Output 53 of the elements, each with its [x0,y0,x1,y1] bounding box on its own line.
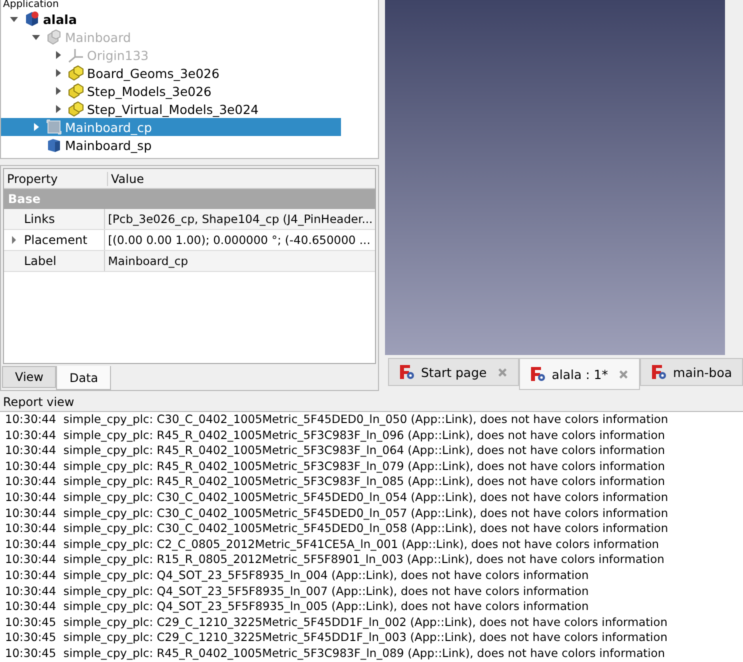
document-tab[interactable]: alala : 1* [518,358,640,390]
log-line: 10:30:45 simple_cpy_plc: C29_C_1210_3225Metric_5F45DD1F_ln_003 (App::Link), does not have colors information [5,630,668,646]
tree-item[interactable]: Mainboard_cp [1,118,341,136]
cubes-icon [68,65,84,81]
column-header[interactable]: Value [108,172,144,186]
log-line: 10:30:45 simple_cpy_plc: R45_R_0402_1005Metric_5F3C983F_ln_089 (App::Link), does not have colors information [5,646,666,662]
linked-cube-icon [46,119,62,135]
document-icon [24,11,40,27]
tree-item[interactable]: Step_Models_3e026 [1,82,341,100]
expand-arrow-icon[interactable] [31,122,41,132]
log-line: 10:30:44 simple_cpy_plc: C30_C_0402_1005Metric_5F45DED0_ln_058 (App::Link), does not have colors information [5,521,670,537]
log-line: 10:30:44 simple_cpy_plc: R15_R_0805_2012Metric_5F5F8901_ln_003 (App::Link), does not have colors information [5,552,666,568]
log-line: 10:30:44 simple_cpy_plc: C30_C_0402_1005Metric_5F45DED0_ln_054 (App::Link), does not have colors information [5,490,670,506]
log-line: 10:30:44 simple_cpy_plc: R45_R_0402_1005Metric_5F3C983F_ln_085 (App::Link), does not have colors information [5,474,666,490]
log-line: 10:30:44 simple_cpy_plc: R45_R_0402_1005Metric_5F3C983F_ln_096 (App::Link), does not have colors information [5,428,666,444]
close-icon[interactable] [618,368,630,380]
property-name: Links [24,209,105,229]
tree-item[interactable]: Step_Virtual_Models_3e024 [1,100,341,118]
collapse-arrow-icon[interactable] [9,14,19,24]
app-logo-icon [651,364,668,380]
log-line: 10:30:45 simple_cpy_plc: C29_C_1210_3225Metric_5F45DD1F_ln_002 (App::Link), does not have colors information [5,614,668,630]
3d-viewport[interactable] [384,0,725,355]
document-tab[interactable]: Start page [388,358,519,386]
collapse-arrow-icon[interactable] [31,32,41,42]
property-group: Base [4,189,375,209]
log-line: 10:30:44 simple_cpy_plc: C2_C_0805_2012Metric_5F41CE5A_ln_001 (App::Link), does not have colors information [5,536,660,552]
property-name: Label [24,251,105,271]
log-line: 10:30:44 simple_cpy_plc: R45_R_0402_1005Metric_5F3C983F_ln_064 (App::Link), does not have colors information [5,443,666,459]
tree-item[interactable]: Board_Geoms_3e026 [1,64,341,82]
log-line: 10:30:44 simple_cpy_plc: Q4_SOT_23_5F5F8935_ln_004 (App::Link), does not have colors information [5,568,590,584]
panel-tab[interactable]: View [2,366,56,388]
axes-icon [68,47,84,63]
cube-icon [46,137,62,153]
log-line: 10:30:44 simple_cpy_plc: C30_C_0402_1005Metric_5F45DED0_ln_057 (App::Link), does not have colors information [5,506,670,522]
column-header[interactable]: Property [4,172,108,186]
property-value[interactable]: [Pcb_3e026_cp, Shape104_cp (J4_PinHeader... [105,212,373,226]
cubes-icon [46,29,62,45]
property-name: Placement [24,230,105,250]
app-logo-icon [530,366,546,382]
log-line: 10:30:44 simple_cpy_plc: R45_R_0402_1005Metric_5F3C983F_ln_079 (App::Link), does not have colors information [5,458,666,474]
panel-tab[interactable]: Data [56,366,112,390]
expand-arrow-icon[interactable] [10,235,18,245]
cubes-icon [68,83,84,99]
document-tab[interactable]: main-boa [640,358,743,386]
app-logo-icon [398,364,415,380]
log-line: 10:30:44 simple_cpy_plc: Q4_SOT_23_5F5F8935_ln_005 (App::Link), does not have colors information [5,599,590,615]
cubes-icon [68,101,84,117]
log-line: 10:30:44 simple_cpy_plc: Q4_SOT_23_5F5F8935_ln_007 (App::Link), does not have colors information [5,584,590,600]
tree-item[interactable]: alala [1,10,341,28]
tree-item[interactable]: Mainboard_sp [1,136,341,154]
property-value[interactable]: Mainboard_cp [105,254,188,268]
log-line: 10:30:44 simple_cpy_plc: C30_C_0402_1005Metric_5F45DED0_ln_050 (App::Link), does not have colors information [5,412,670,428]
property-value[interactable]: [(0.00 0.00 1.00); 0.000000 °; (-40.650000 ... [105,233,370,247]
